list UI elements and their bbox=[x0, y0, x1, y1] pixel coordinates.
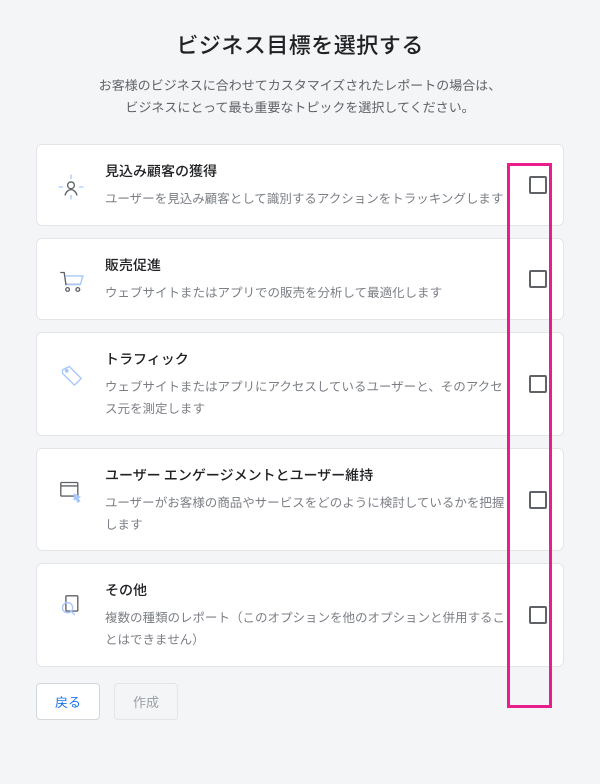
option-label: ユーザー エンゲージメントとユーザー維持 bbox=[105, 465, 513, 485]
option-other[interactable]: その他 複数の種類のレポート（このオプションを他のオプションと併用することはでき… bbox=[36, 563, 564, 667]
checkbox[interactable] bbox=[529, 270, 547, 288]
goal-selection-panel: ビジネス目標を選択する お客様のビジネスに合わせてカスタマイズされたレポートの場… bbox=[0, 0, 600, 740]
page-subtitle: お客様のビジネスに合わせてカスタマイズされたレポートの場合は、 ビジネスにとって… bbox=[36, 74, 564, 118]
option-engagement[interactable]: ユーザー エンゲージメントとユーザー維持 ユーザーがお客様の商品やサービスをどの… bbox=[36, 448, 564, 552]
option-sales[interactable]: 販売促進 ウェブサイトまたはアプリでの販売を分析して最適化します bbox=[36, 238, 564, 320]
option-traffic[interactable]: トラフィック ウェブサイトまたはアプリにアクセスしているユーザーと、そのアクセス… bbox=[36, 332, 564, 436]
window-click-icon bbox=[51, 471, 91, 511]
tag-icon bbox=[51, 355, 91, 395]
option-desc: ユーザーがお客様の商品やサービスをどのように検討しているかを把握します bbox=[105, 491, 513, 535]
option-lead-generation[interactable]: 見込み顧客の獲得 ユーザーを見込み顧客として識別するアクションをトラッキングしま… bbox=[36, 144, 564, 226]
option-desc: ウェブサイトまたはアプリにアクセスしているユーザーと、そのアクセス元を測定します bbox=[105, 375, 513, 419]
option-desc: ウェブサイトまたはアプリでの販売を分析して最適化します bbox=[105, 281, 513, 303]
create-button[interactable]: 作成 bbox=[114, 683, 178, 720]
checkbox[interactable] bbox=[529, 176, 547, 194]
checkbox[interactable] bbox=[529, 491, 547, 509]
option-label: 販売促進 bbox=[105, 255, 513, 275]
option-label: トラフィック bbox=[105, 349, 513, 369]
magnifier-doc-icon bbox=[51, 586, 91, 626]
page-title: ビジネス目標を選択する bbox=[36, 28, 564, 60]
option-desc: 複数の種類のレポート（このオプションを他のオプションと併用することはできません） bbox=[105, 606, 513, 650]
checkbox[interactable] bbox=[529, 375, 547, 393]
option-label: その他 bbox=[105, 580, 513, 600]
option-label: 見込み顧客の獲得 bbox=[105, 161, 513, 181]
checkbox[interactable] bbox=[529, 606, 547, 624]
target-person-icon bbox=[51, 167, 91, 207]
cart-icon bbox=[51, 261, 91, 301]
back-button[interactable]: 戻る bbox=[36, 683, 100, 720]
option-desc: ユーザーを見込み顧客として識別するアクションをトラッキングします bbox=[105, 187, 513, 209]
button-row: 戻る 作成 bbox=[36, 683, 564, 720]
